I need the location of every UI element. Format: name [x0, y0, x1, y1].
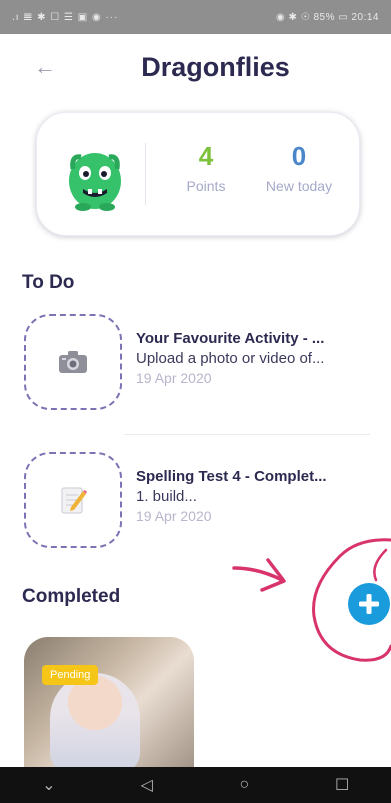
- notepad-pencil-icon: [61, 487, 87, 514]
- stats-card: 4 Points 0 New today: [36, 112, 360, 236]
- todo-item-title: Your Favourite Activity - ...: [136, 330, 325, 347]
- back-triangle-icon[interactable]: ◁: [127, 775, 167, 795]
- status-left-icons: .ı 𝌆 ✱ ☐ ☰ ▣ ◉ ···: [12, 11, 119, 23]
- todo-heading: To Do: [22, 272, 75, 293]
- add-button[interactable]: [347, 582, 391, 626]
- todo-item-date: 19 Apr 2020: [136, 508, 212, 524]
- todo-thumbnail: [24, 452, 122, 548]
- system-nav-bar: ⌄ ◁ ○ ☐: [0, 767, 391, 803]
- new-today-stat: 0 New today: [249, 141, 349, 194]
- header: ← Dragonflies: [0, 44, 391, 94]
- completed-heading: Completed: [22, 586, 121, 607]
- photo-content: [50, 673, 140, 767]
- todo-item-title: Spelling Test 4 - Complet...: [136, 468, 327, 485]
- new-today-value: 0: [291, 141, 307, 171]
- points-value: 4: [198, 141, 214, 171]
- annotation-arrow-icon: [232, 558, 286, 592]
- stats-divider: [145, 143, 146, 205]
- todo-item-date: 19 Apr 2020: [136, 370, 212, 386]
- points-stat: 4 Points: [175, 141, 237, 194]
- new-today-label: New today: [265, 178, 333, 194]
- camera-icon: [59, 351, 87, 373]
- recents-square-icon[interactable]: ☐: [322, 775, 362, 795]
- todo-thumbnail: [24, 314, 122, 410]
- page-title: Dragonflies: [141, 52, 290, 82]
- pending-badge: Pending: [42, 665, 99, 685]
- todo-item-description: Upload a photo or video of...: [136, 350, 325, 367]
- completed-item-photo[interactable]: Pending: [24, 637, 194, 767]
- chevron-down-icon[interactable]: ⌄: [29, 775, 69, 795]
- monster-avatar-icon[interactable]: [63, 141, 127, 213]
- home-circle-icon[interactable]: ○: [224, 776, 264, 794]
- todo-item[interactable]: Your Favourite Activity - ... Upload a p…: [24, 314, 391, 414]
- list-divider: [124, 434, 370, 435]
- todo-item-description: 1. build...: [136, 488, 197, 505]
- status-bar: .ı 𝌆 ✱ ☐ ☰ ▣ ◉ ··· ◉ ✱ ☉ 85% ▭ 20:14: [0, 0, 391, 34]
- points-label: Points: [186, 178, 226, 194]
- status-right-icons: ◉ ✱ ☉ 85% ▭ 20:14: [276, 11, 379, 23]
